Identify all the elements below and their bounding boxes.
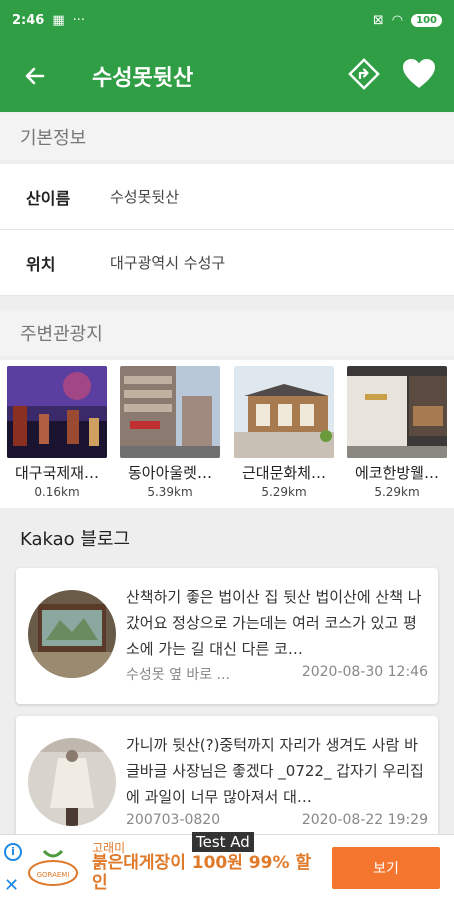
- directions-button[interactable]: [348, 58, 380, 94]
- nearby-item[interactable]: 동아아울렛… 5.39km: [120, 366, 220, 499]
- blog-thumbnail: [28, 738, 116, 826]
- blog-date: 2020-08-30 12:46: [301, 664, 428, 680]
- blog-meta: 200703-0820 2020-08-22 19:29: [126, 812, 428, 828]
- blog-thumbnail: [28, 590, 116, 678]
- ad-logo-text: GORAEMI: [37, 871, 70, 879]
- back-button[interactable]: [0, 40, 70, 112]
- nearby-photo: [120, 366, 220, 458]
- wifi-icon: ◠: [391, 12, 404, 28]
- nearby-distance: 5.29km: [374, 485, 420, 499]
- nearby-distance: 5.39km: [147, 485, 193, 499]
- ad-headline: 붉은대게장이 100원 99% 할인: [92, 853, 312, 893]
- info-row-name: 산이름 수성못뒷산: [0, 164, 454, 230]
- test-ad-label: Test Ad: [192, 832, 254, 852]
- status-bar: 2:46 ▦ ··· ⊠ ◠ 100: [0, 0, 454, 40]
- basic-info-header: 기본정보: [0, 114, 454, 160]
- nearby-photo: [234, 366, 334, 458]
- ad-logo: GORAEMI: [26, 845, 80, 891]
- nearby-distance: 0.16km: [34, 485, 80, 499]
- info-value: 대구광역시 수성구: [110, 254, 226, 272]
- directions-icon: [348, 58, 380, 90]
- blog-header: Kakao 블로그: [20, 529, 131, 550]
- app-bar: 수성못뒷산: [0, 40, 454, 112]
- battery-indicator: 100: [411, 13, 442, 27]
- qr-app-icon: ▦: [52, 12, 65, 28]
- status-time: 2:46: [12, 12, 45, 28]
- blog-date: 2020-08-22 19:29: [301, 812, 428, 828]
- info-label: 산이름: [26, 188, 71, 208]
- blog-post-card[interactable]: 산책하기 좋은 법이산 집 뒷산 법이산에 산책 나갔어요 정상으로 가는데는 …: [16, 568, 438, 704]
- nearby-item[interactable]: 대구국제재… 0.16km: [7, 366, 107, 499]
- nearby-name: 대구국제재…: [14, 464, 99, 482]
- nearby-photo: [347, 366, 447, 458]
- info-label: 위치: [26, 254, 56, 274]
- nearby-header: 주변관광지: [0, 310, 454, 356]
- blog-meta: 수성못 옆 바로 ... 2020-08-30 12:46: [126, 664, 428, 684]
- blog-author: 200703-0820: [126, 812, 221, 828]
- info-value: 수성못뒷산: [110, 188, 180, 206]
- more-dots-icon: ···: [72, 12, 86, 28]
- nearby-distance: 5.29km: [261, 485, 307, 499]
- nearby-name: 근대문화체…: [241, 464, 326, 482]
- heart-icon: [403, 59, 435, 88]
- nearby-photo: [7, 366, 107, 458]
- blog-author: 수성못 옆 바로 ...: [126, 667, 230, 683]
- nearby-name: 에코한방웰…: [354, 464, 439, 482]
- ad-close-icon[interactable]: ✕: [4, 875, 19, 896]
- blog-snippet: 가니까 뒷산(?)중턱까지 자리가 생겨도 사람 바글바글 사장님은 좋겠다 _…: [126, 736, 424, 806]
- page-title: 수성못뒷산: [92, 66, 194, 91]
- nearby-list: 대구국제재… 0.16km 동아아울렛… 5.39km 근대문화체… 5.29k…: [0, 360, 454, 508]
- ad-info-icon[interactable]: i: [4, 843, 22, 861]
- nearby-name: 동아아울렛…: [127, 464, 212, 482]
- nearby-item[interactable]: 에코한방웰… 5.29km: [347, 366, 447, 499]
- favorite-button[interactable]: [402, 58, 436, 94]
- arrow-left-icon: [25, 67, 45, 85]
- blog-snippet: 산책하기 좋은 법이산 집 뒷산 법이산에 산책 나갔어요 정상으로 가는데는 …: [126, 588, 422, 658]
- sim-icon: ⊠: [372, 12, 384, 28]
- nearby-item[interactable]: 근대문화체… 5.29km: [234, 366, 334, 499]
- ad-cta-button[interactable]: 보기: [332, 847, 440, 889]
- info-row-location: 위치 대구광역시 수성구: [0, 230, 454, 296]
